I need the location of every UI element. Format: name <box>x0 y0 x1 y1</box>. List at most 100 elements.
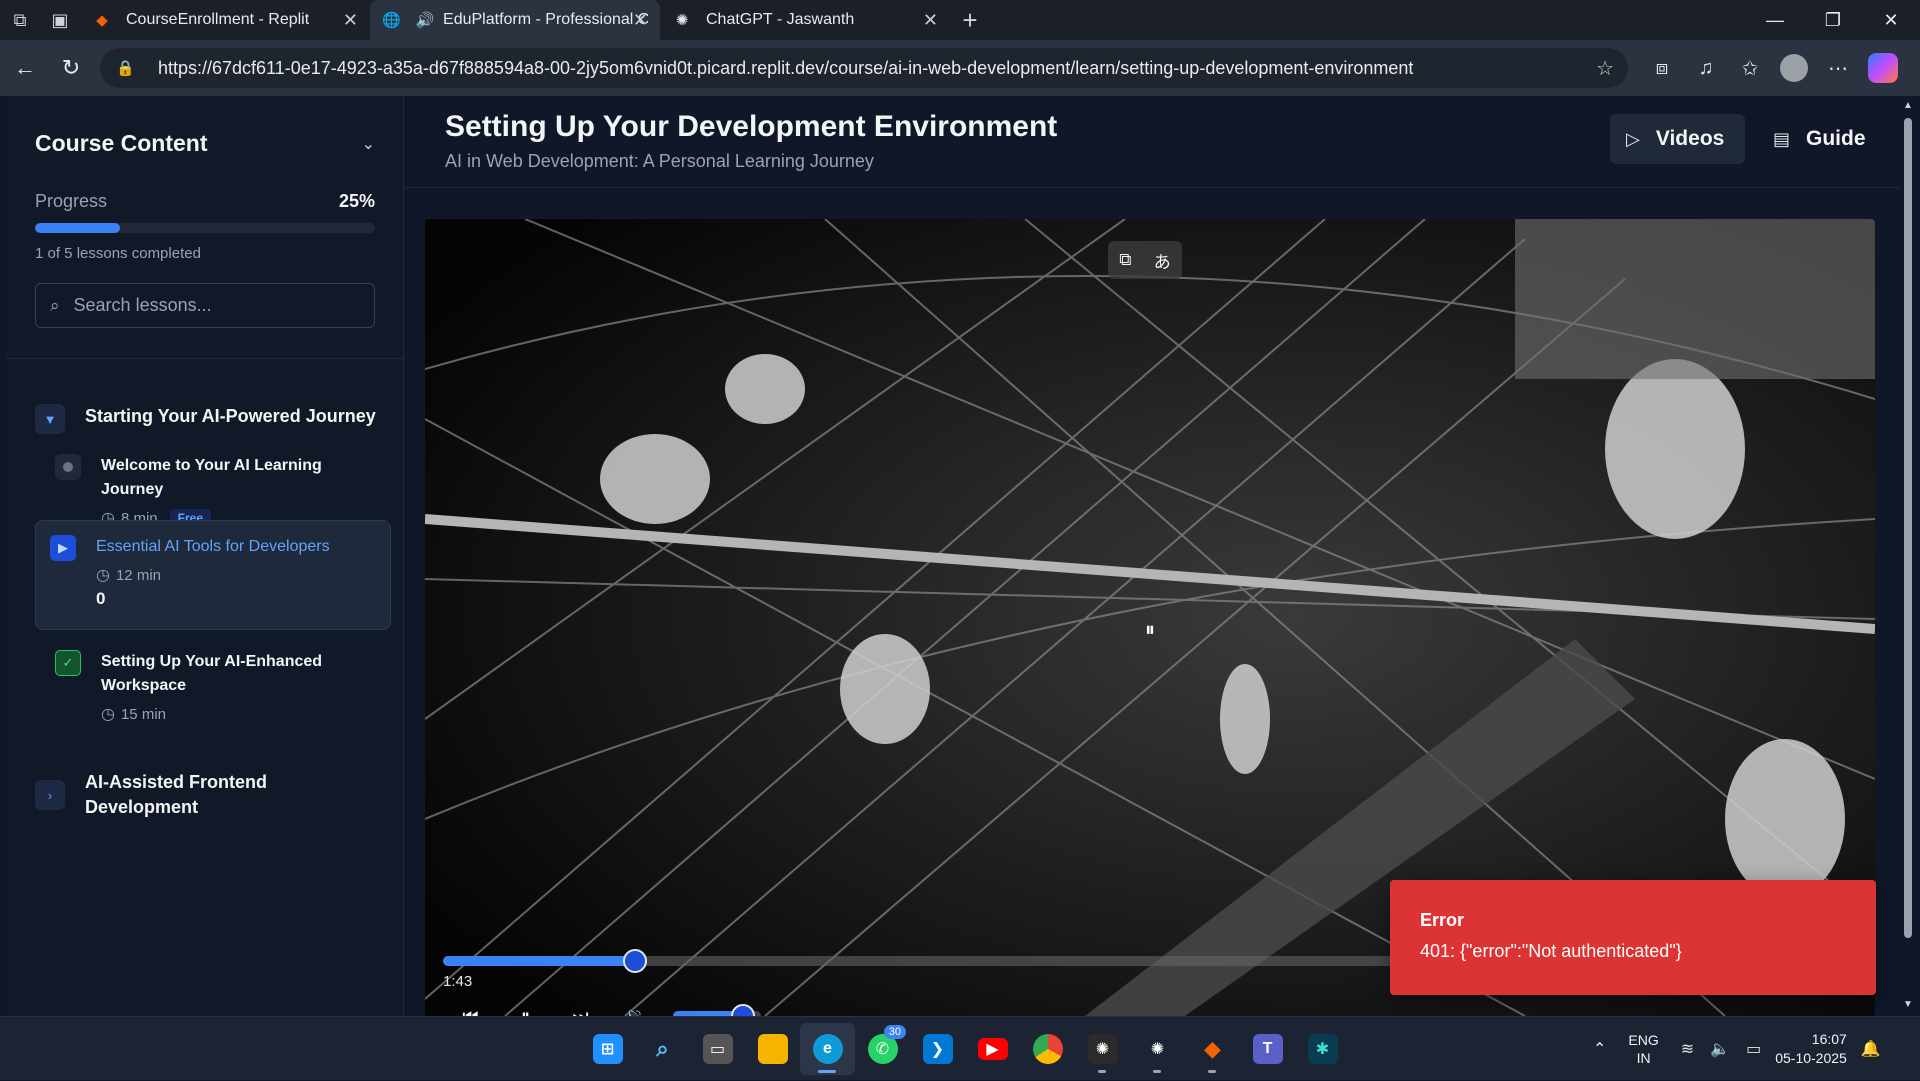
file-explorer-button[interactable] <box>745 1023 800 1075</box>
videos-tab-button[interactable]: ▷ Videos <box>1610 114 1745 164</box>
lesson-header: Setting Up Your Development Environment … <box>405 96 1900 188</box>
replit-icon: ◆ <box>1204 1036 1221 1061</box>
search-input[interactable] <box>73 295 344 316</box>
close-tab-icon[interactable]: ✕ <box>923 10 938 31</box>
lesson-title: Setting Up Your AI-Enhanced Workspace <box>101 653 323 694</box>
lesson-item-current[interactable]: ▶ Essential AI Tools for Developers ◷ 12… <box>35 520 391 630</box>
volume-icon[interactable]: 🔈 <box>1710 1039 1730 1059</box>
guide-label: Guide <box>1806 127 1866 150</box>
running-indicator <box>1098 1070 1106 1073</box>
page-scrollbar[interactable]: ▲ ▼ <box>1899 96 1917 1016</box>
volume-handle[interactable] <box>731 1004 756 1016</box>
picture-in-picture-icon[interactable]: ⧉ <box>1119 250 1131 270</box>
profile-avatar[interactable] <box>1780 54 1808 82</box>
error-toast[interactable]: Error 401: {"error":"Not authenticated"} <box>1390 880 1876 995</box>
battery-icon[interactable]: ▭ <box>1746 1039 1761 1059</box>
edge-button[interactable]: e <box>800 1023 855 1075</box>
volume-icon[interactable]: 🔉 <box>608 1001 663 1017</box>
clock[interactable]: 16:07 05-10-2025 <box>1775 1030 1847 1068</box>
start-button[interactable]: ⊞ <box>580 1023 635 1075</box>
chrome-button[interactable] <box>1020 1023 1075 1075</box>
lesson-extra-value: 0 <box>96 589 106 608</box>
page-title: Setting Up Your Development Environment <box>445 110 1058 143</box>
replit-icon: ◆ <box>96 12 108 29</box>
favorites-icon[interactable]: ✩ <box>1728 46 1772 90</box>
close-window-icon[interactable]: ✕ <box>1862 0 1920 40</box>
folder-icon <box>757 1034 788 1064</box>
audio-playing-icon[interactable]: 🔊 <box>416 10 436 30</box>
more-icon[interactable]: ⋯ <box>1816 46 1860 90</box>
wifi-icon[interactable]: ≋ <box>1681 1039 1694 1059</box>
chrome-icon <box>1032 1034 1063 1064</box>
module-starting-journey[interactable]: ▼ Starting Your AI-Powered Journey <box>35 404 385 434</box>
chatgpt-app-button[interactable]: ✺ <box>1075 1023 1130 1075</box>
lesson-main: Setting Up Your Development Environment … <box>405 96 1917 1016</box>
browser-tab-bar: ⧉ ▣ ◆ CourseEnrollment - Replit ✕ 🌐 🔊 Ed… <box>0 0 1920 40</box>
progress-bar <box>35 223 375 233</box>
back-icon[interactable]: ← <box>2 45 48 91</box>
language-indicator[interactable]: ENG IN <box>1628 1031 1658 1067</box>
youtube-button[interactable]: ▶ <box>965 1023 1020 1075</box>
media-icon[interactable]: ♫ <box>1684 46 1728 90</box>
minimize-icon[interactable]: — <box>1746 0 1804 40</box>
url-text: https://67dcf611-0e17-4923-a35a-d67f8885… <box>158 57 1414 78</box>
tab-title: ChatGPT - Jaswanth <box>706 11 855 28</box>
notification-bell-icon[interactable]: 🔔 <box>1861 1039 1881 1059</box>
close-tab-icon[interactable]: ✕ <box>343 10 358 31</box>
whatsapp-button[interactable]: ✆ 30 <box>855 1023 910 1075</box>
lang-line2: IN <box>1636 1050 1651 1066</box>
player-controls: ⏮ ⏸ ⏭ 🔉 <box>443 1001 761 1016</box>
divider <box>6 358 404 359</box>
progress-label: Progress <box>35 191 108 211</box>
module-frontend-dev[interactable]: › AI-Assisted Frontend Development <box>35 770 305 820</box>
skip-back-icon[interactable]: ⏮ <box>443 1001 498 1017</box>
app-button[interactable]: ✱ <box>1295 1023 1350 1075</box>
scroll-up-icon[interactable]: ▲ <box>1903 100 1913 111</box>
lesson-item[interactable]: ✓ Setting Up Your AI-Enhanced Workspace … <box>41 636 401 734</box>
clock-icon: ◷ <box>101 706 115 723</box>
pause-icon[interactable]: ⏸ <box>498 1001 553 1017</box>
scrollbar-thumb[interactable] <box>1904 118 1912 938</box>
videos-label: Videos <box>1655 127 1725 150</box>
chatgpt-app-button-2[interactable]: ✺ <box>1130 1023 1185 1075</box>
globe-icon: 🌐 <box>382 12 402 29</box>
search-icon: ⌕ <box>656 1036 669 1061</box>
chevron-down-icon[interactable]: ⌄ <box>362 134 375 154</box>
vscode-button[interactable]: ❯ <box>910 1023 965 1075</box>
center-pause-icon[interactable]: ⏸ <box>1137 617 1163 643</box>
tab-actions-icon[interactable]: ▣ <box>40 0 80 40</box>
video-overlay-tools: ⧉ あ <box>1108 241 1182 279</box>
translate-icon[interactable]: あ <box>1154 248 1171 273</box>
search-box[interactable]: ⌕ <box>35 283 375 328</box>
module-title: AI-Assisted Frontend Development <box>85 772 268 817</box>
new-tab-button[interactable]: + <box>950 0 990 40</box>
scroll-down-icon[interactable]: ▼ <box>1903 999 1913 1010</box>
url-field[interactable]: 🔒 https://67dcf611-0e17-4923-a35a-d67f88… <box>100 48 1628 88</box>
tab-eduplatform[interactable]: 🌐 🔊 EduPlatform - Professional C ✕ <box>370 0 660 40</box>
skip-forward-icon[interactable]: ⏭ <box>553 1001 608 1017</box>
task-view-button[interactable]: ▭ <box>690 1023 745 1075</box>
refresh-icon[interactable]: ↻ <box>48 45 94 91</box>
tab-course-enrollment[interactable]: ◆ CourseEnrollment - Replit ✕ <box>80 0 370 40</box>
close-tab-icon[interactable]: ✕ <box>633 10 648 31</box>
maximize-icon[interactable]: ❐ <box>1804 0 1862 40</box>
seek-bar[interactable] <box>443 949 1453 973</box>
vscode-icon: ❯ <box>922 1034 953 1064</box>
lock-icon[interactable]: 🔒 <box>116 59 138 77</box>
teams-button[interactable]: T <box>1240 1023 1295 1075</box>
clock-time: 16:07 <box>1811 1031 1847 1047</box>
extensions-icon[interactable]: ⧈ <box>1640 46 1684 90</box>
favorite-star-icon[interactable]: ☆ <box>1596 56 1614 81</box>
play-icon: ▶ <box>50 535 76 561</box>
seek-handle[interactable] <box>622 949 647 973</box>
progress-note: 1 of 5 lessons completed <box>35 245 201 262</box>
search-button[interactable]: ⌕ <box>635 1023 690 1075</box>
chevron-right-icon[interactable]: › <box>35 780 65 810</box>
tab-chatgpt[interactable]: ✺ ChatGPT - Jaswanth ✕ <box>660 0 950 40</box>
chevron-down-icon[interactable]: ▼ <box>35 404 65 434</box>
guide-tab-button[interactable]: ▤ Guide <box>1757 114 1882 164</box>
chevron-up-icon[interactable]: ⌃ <box>1593 1039 1606 1059</box>
replit-button[interactable]: ◆ <box>1185 1023 1240 1075</box>
copilot-icon[interactable] <box>1868 53 1898 83</box>
workspaces-icon[interactable]: ⧉ <box>0 0 40 40</box>
